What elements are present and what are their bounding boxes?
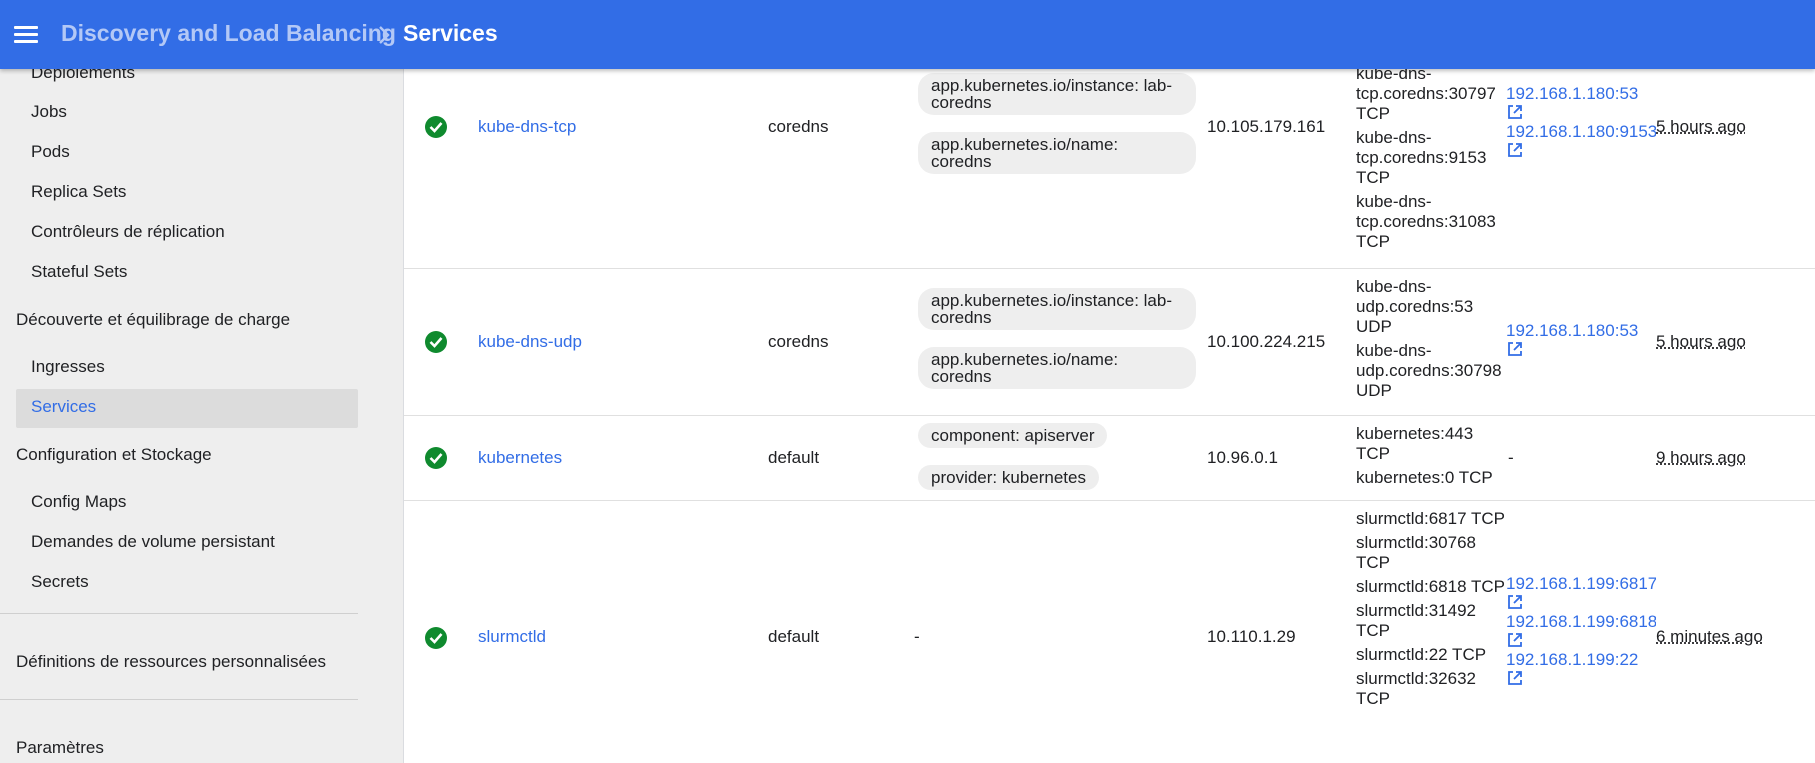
internal-endpoint: kubernetes:443 TCP <box>1356 424 1474 463</box>
sidebar-category-crd[interactable]: Définitions de ressources personnalisées <box>16 652 326 672</box>
label-chip: provider: kubernetes <box>918 465 1099 490</box>
sidebar-category-config-storage[interactable]: Configuration et Stockage <box>16 445 212 465</box>
service-name-link[interactable]: kubernetes <box>478 448 562 468</box>
cluster-ip-cell: 10.100.224.215 <box>1207 332 1326 351</box>
sidebar-category-discovery[interactable]: Découverte et équilibrage de charge <box>16 310 290 330</box>
internal-endpoint: slurmctld:6818 TCP <box>1356 577 1505 596</box>
external-endpoint-link[interactable]: 192.168.1.199:22 <box>1506 650 1656 670</box>
open-in-new-icon[interactable] <box>1507 632 1523 648</box>
row-divider <box>404 500 1815 501</box>
internal-endpoint: slurmctld:22 TCP <box>1356 645 1487 664</box>
age-cell: 5 hours ago <box>1656 117 1746 136</box>
sidebar-item-pods[interactable]: Pods <box>31 142 70 162</box>
internal-endpoint: slurmctld:6817 TCP <box>1356 509 1505 528</box>
internal-endpoint: kube-dns-tcp.coredns:31083 TCP <box>1356 192 1496 251</box>
internal-endpoints: slurmctld:6817 TCP slurmctld:30768 TCP s… <box>1356 509 1506 713</box>
namespace-cell: default <box>768 448 820 467</box>
internal-endpoint: slurmctld:32632 TCP <box>1356 669 1477 708</box>
sidebar-category-settings[interactable]: Paramètres <box>16 738 104 758</box>
external-endpoint[interactable]: 192.168.1.180:53 <box>1506 321 1656 357</box>
check-circle-icon <box>425 447 447 469</box>
sidebar-item-jobs[interactable]: Jobs <box>31 102 67 122</box>
top-app-bar: Discovery and Load Balancing Services <box>0 0 1815 69</box>
service-name-link[interactable]: kube-dns-tcp <box>478 117 576 137</box>
label-chip: app.kubernetes.io/instance: lab-coredns <box>918 73 1196 115</box>
external-endpoints: 192.168.1.180:53 192.168.1.180:9153 <box>1506 84 1656 160</box>
chevron-right-icon <box>379 26 390 44</box>
internal-endpoint: kube-dns-tcp.coredns:9153 TCP <box>1356 128 1487 187</box>
sidebar-item-config-maps[interactable]: Config Maps <box>31 492 126 512</box>
external-endpoints: 192.168.1.180:53 <box>1506 321 1656 359</box>
cluster-ip-cell: 10.105.179.161 <box>1207 117 1326 136</box>
label-chip: app.kubernetes.io/name: coredns <box>918 132 1196 174</box>
internal-endpoints: kube-dns-udp.coredns:53 UDP kube-dns-udp… <box>1356 277 1506 405</box>
sidebar-divider <box>0 613 358 614</box>
external-endpoint-link[interactable]: 192.168.1.180:9153 <box>1506 122 1656 142</box>
sidebar-item-secrets[interactable]: Secrets <box>31 572 89 592</box>
external-endpoint-link[interactable]: 192.168.1.180:53 <box>1506 84 1656 104</box>
internal-endpoint: kube-dns-tcp.coredns:30797 TCP <box>1356 69 1496 123</box>
external-endpoint-link[interactable]: 192.168.1.199:6818 <box>1506 612 1656 632</box>
external-endpoints: 192.168.1.199:6817 192.168.1.199:6818 19… <box>1506 574 1656 688</box>
cluster-ip-cell: 10.96.0.1 <box>1207 448 1278 467</box>
external-endpoint[interactable]: 192.168.1.180:53 <box>1506 84 1656 120</box>
hamburger-menu-icon[interactable] <box>14 26 38 44</box>
sidebar-item-ingresses[interactable]: Ingresses <box>31 357 105 377</box>
open-in-new-icon[interactable] <box>1507 142 1523 158</box>
namespace-cell: coredns <box>768 332 829 351</box>
open-in-new-icon[interactable] <box>1507 670 1523 686</box>
internal-endpoint: kube-dns-udp.coredns:30798 UDP <box>1356 341 1502 400</box>
row-divider <box>404 415 1815 416</box>
service-name-link[interactable]: slurmctld <box>478 627 546 647</box>
internal-endpoint: kubernetes:0 TCP <box>1356 468 1493 487</box>
sidebar-nav: Déploiements Jobs Pods Replica Sets Cont… <box>0 69 404 763</box>
labels-empty: - <box>914 627 920 646</box>
sidebar-item-stateful-sets[interactable]: Stateful Sets <box>31 262 127 282</box>
check-circle-icon <box>425 116 447 138</box>
row-divider <box>404 268 1815 269</box>
age-cell: 9 hours ago <box>1656 448 1746 467</box>
open-in-new-icon[interactable] <box>1507 104 1523 120</box>
service-name-link[interactable]: kube-dns-udp <box>478 332 582 352</box>
breadcrumb-parent[interactable]: Discovery and Load Balancing <box>61 20 396 47</box>
open-in-new-icon[interactable] <box>1507 594 1523 610</box>
sidebar-item-replication-controllers[interactable]: Contrôleurs de réplication <box>31 222 225 242</box>
external-endpoint[interactable]: 192.168.1.180:9153 <box>1506 122 1656 158</box>
cluster-ip-cell: 10.110.1.29 <box>1207 627 1296 646</box>
services-table: kube-dns-tcp coredns app.kubernetes.io/i… <box>404 69 1815 763</box>
check-circle-icon <box>425 627 447 649</box>
external-endpoint-link[interactable]: 192.168.1.199:6817 <box>1506 574 1656 594</box>
external-endpoint[interactable]: 192.168.1.199:22 <box>1506 650 1656 686</box>
check-circle-icon <box>425 331 447 353</box>
age-cell: 6 minutes ago <box>1656 627 1763 646</box>
sidebar-item-services[interactable]: Services <box>31 397 96 417</box>
external-endpoint[interactable]: 192.168.1.199:6818 <box>1506 612 1656 648</box>
external-endpoints-empty: - <box>1508 448 1514 467</box>
internal-endpoint: slurmctld:31492 TCP <box>1356 601 1477 640</box>
sidebar-item-replica-sets[interactable]: Replica Sets <box>31 182 126 202</box>
open-in-new-icon[interactable] <box>1507 341 1523 357</box>
sidebar-item-deploiements[interactable]: Déploiements <box>31 69 135 83</box>
label-chip: app.kubernetes.io/instance: lab-coredns <box>918 288 1196 330</box>
namespace-cell: coredns <box>768 117 829 136</box>
internal-endpoints: kube-dns-tcp.coredns:30797 TCP kube-dns-… <box>1356 69 1506 256</box>
external-endpoint[interactable]: 192.168.1.199:6817 <box>1506 574 1656 610</box>
external-endpoint-link[interactable]: 192.168.1.180:53 <box>1506 321 1656 341</box>
internal-endpoint: kube-dns-udp.coredns:53 UDP <box>1356 277 1474 336</box>
page-title: Services <box>403 20 498 46</box>
internal-endpoint: slurmctld:30768 TCP <box>1356 533 1477 572</box>
age-cell: 5 hours ago <box>1656 332 1746 351</box>
label-chip: component: apiserver <box>918 423 1108 448</box>
label-chip: app.kubernetes.io/name: coredns <box>918 347 1196 389</box>
sidebar-divider <box>0 699 358 700</box>
internal-endpoints: kubernetes:443 TCP kubernetes:0 TCP <box>1356 424 1506 492</box>
sidebar-item-pvc[interactable]: Demandes de volume persistant <box>31 532 275 552</box>
namespace-cell: default <box>768 627 820 646</box>
